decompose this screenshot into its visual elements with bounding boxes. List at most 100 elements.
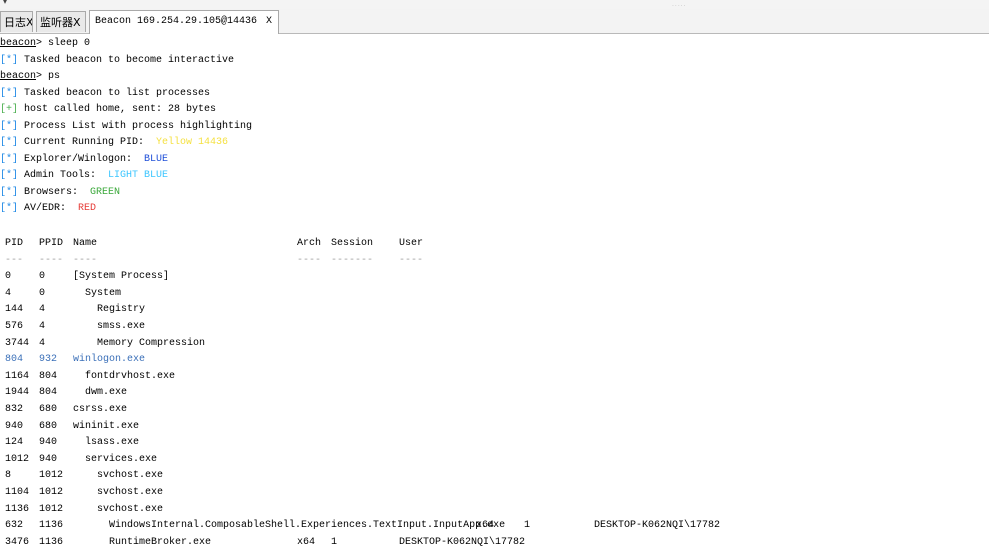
info-tag: [*] <box>0 120 19 132</box>
table-row: 1136 1012 svchost.exe <box>0 502 989 518</box>
table-row: 1944 804 dwm.exe <box>0 385 989 401</box>
tab-log-label: 日志X <box>4 16 33 29</box>
header-user: User <box>399 238 424 249</box>
cell-name: fontdrvhost.exe <box>73 370 176 382</box>
cell-ppid: 0 <box>39 287 46 299</box>
collapse-arrow-icon[interactable]: ▾ <box>3 0 7 6</box>
legend-line-explorer: [*] Explorer/Winlogon: BLUE <box>0 152 168 168</box>
info-tag: [*] <box>0 186 19 198</box>
table-row: 832 680 csrss.exe <box>0 402 989 418</box>
cell-ppid: 1136 <box>39 520 64 532</box>
cell-name: System <box>73 287 122 299</box>
output-text: Browsers: <box>18 186 91 198</box>
beacon-prompt: beacon <box>0 71 37 82</box>
beacon-prompt: beacon <box>0 38 37 49</box>
cell-pid: 1944 <box>5 387 30 399</box>
table-row: 576 4 smss.exe <box>0 319 989 335</box>
cell-ppid: 1012 <box>39 487 64 498</box>
header-pid: PID <box>5 238 24 249</box>
table-row: 144 4 Registry <box>0 302 989 318</box>
info-tag: [*] <box>0 54 19 66</box>
cell-pid: 576 <box>5 321 24 332</box>
cell-pid: 940 <box>5 420 24 432</box>
tab-beacon[interactable]: Beacon 169.254.29.105@14436 X <box>89 10 279 34</box>
header-name: Name <box>73 238 98 249</box>
cell-ppid: 680 <box>39 404 58 415</box>
cell-ppid: 4 <box>39 337 46 349</box>
output-text: Current Running PID: <box>18 137 157 148</box>
cell-pid: 1104 <box>5 487 30 498</box>
cell-name: svchost.exe <box>73 503 164 515</box>
cell-pid: 3744 <box>5 337 30 349</box>
cell-ppid: 0 <box>39 271 46 283</box>
divider-ppid: ---- <box>39 254 64 266</box>
divider-name: ---- <box>73 254 98 266</box>
cell-pid: 1136 <box>5 503 30 515</box>
legend-line-admin-tools: [*] Admin Tools: LIGHT BLUE <box>0 168 168 184</box>
cell-pid: 8 <box>5 470 12 482</box>
cell-pid: 1012 <box>5 453 30 465</box>
output-text: Process List with process highlighting <box>18 120 253 132</box>
cell-ppid: 932 <box>39 354 58 366</box>
table-row: 3476 1136 RuntimeBroker.exe x64 1 DESKTOP-K0… <box>0 535 989 551</box>
table-header: PID PPID Name Arch Session User <box>0 236 989 252</box>
header-ppid: PPID <box>39 238 64 249</box>
cell-arch: x64 <box>297 536 316 548</box>
split-grip-handle[interactable]: ..... <box>672 1 687 8</box>
cell-name: Memory Compression <box>73 337 206 349</box>
legend-value: LIGHT BLUE <box>108 170 169 181</box>
cell-name: services.exe <box>73 453 158 465</box>
cell-name: winlogon.exe <box>73 354 146 366</box>
cell-name: Registry <box>73 304 146 316</box>
cell-user: DESKTOP-K062NQI\17782 <box>399 536 526 548</box>
command-line-ps: beacon> ps <box>0 69 60 85</box>
cell-ppid: 804 <box>39 387 58 399</box>
table-header-divider: --- ---- ---- ---- ------- ---- <box>0 253 989 269</box>
cell-pid: 124 <box>5 437 24 449</box>
cell-pid: 144 <box>5 304 24 316</box>
cell-name: svchost.exe <box>73 487 164 498</box>
output-line: [*] Tasked beacon to list processes <box>0 86 210 102</box>
legend-line-browsers: [*] Browsers: GREEN <box>0 185 120 201</box>
output-text: Tasked beacon to list processes <box>18 87 211 99</box>
table-row: 3744 4 Memory Compression <box>0 336 989 352</box>
cell-ppid: 1012 <box>39 470 64 482</box>
table-row: 940 680 wininit.exe <box>0 419 989 435</box>
cell-session: 1 <box>331 536 338 548</box>
cell-ppid: 1136 <box>39 536 64 548</box>
output-text: Tasked beacon to become interactive <box>18 54 235 66</box>
tab-listeners[interactable]: 监听器X <box>36 11 86 32</box>
cell-name: RuntimeBroker.exe <box>73 536 212 548</box>
cell-name: lsass.exe <box>73 437 140 449</box>
cell-arch: x64 <box>476 520 495 532</box>
output-line: [*] Process List with process highlighti… <box>0 119 252 135</box>
cell-pid: 3476 <box>5 536 30 548</box>
table-row: 1104 1012 svchost.exe <box>0 485 989 501</box>
success-tag: [+] <box>0 104 19 115</box>
tab-bar: 日志X 监听器X Beacon 169.254.29.105@14436 X <box>0 9 989 34</box>
cell-ppid: 4 <box>39 304 46 316</box>
cell-name: smss.exe <box>73 321 146 332</box>
cell-ppid: 680 <box>39 420 58 432</box>
legend-value: GREEN <box>90 186 121 198</box>
cell-pid: 632 <box>5 520 24 532</box>
table-row: 4 0 System <box>0 286 989 302</box>
close-icon[interactable]: X <box>266 11 272 32</box>
tab-beacon-label: Beacon 169.254.29.105@14436 <box>95 16 258 27</box>
tab-log[interactable]: 日志X <box>0 11 33 32</box>
process-table: PID PPID Name Arch Session User --- ----… <box>0 236 989 548</box>
cell-session: 1 <box>524 520 531 532</box>
divider-pid: --- <box>5 254 24 266</box>
cell-name: csrss.exe <box>73 404 128 415</box>
info-tag: [*] <box>0 203 19 214</box>
cell-ppid: 804 <box>39 370 58 382</box>
legend-line-current-pid: [*] Current Running PID: Yellow 14436 <box>0 135 228 151</box>
info-tag: [*] <box>0 137 19 148</box>
info-tag: [*] <box>0 170 19 181</box>
output-line: [+] host called home, sent: 28 bytes <box>0 102 216 118</box>
cell-name: wininit.exe <box>73 420 140 432</box>
command-line-sleep: beacon> sleep 0 <box>0 36 90 52</box>
cell-pid: 804 <box>5 354 24 366</box>
info-tag: [*] <box>0 153 19 165</box>
cell-ppid: 1012 <box>39 503 64 515</box>
